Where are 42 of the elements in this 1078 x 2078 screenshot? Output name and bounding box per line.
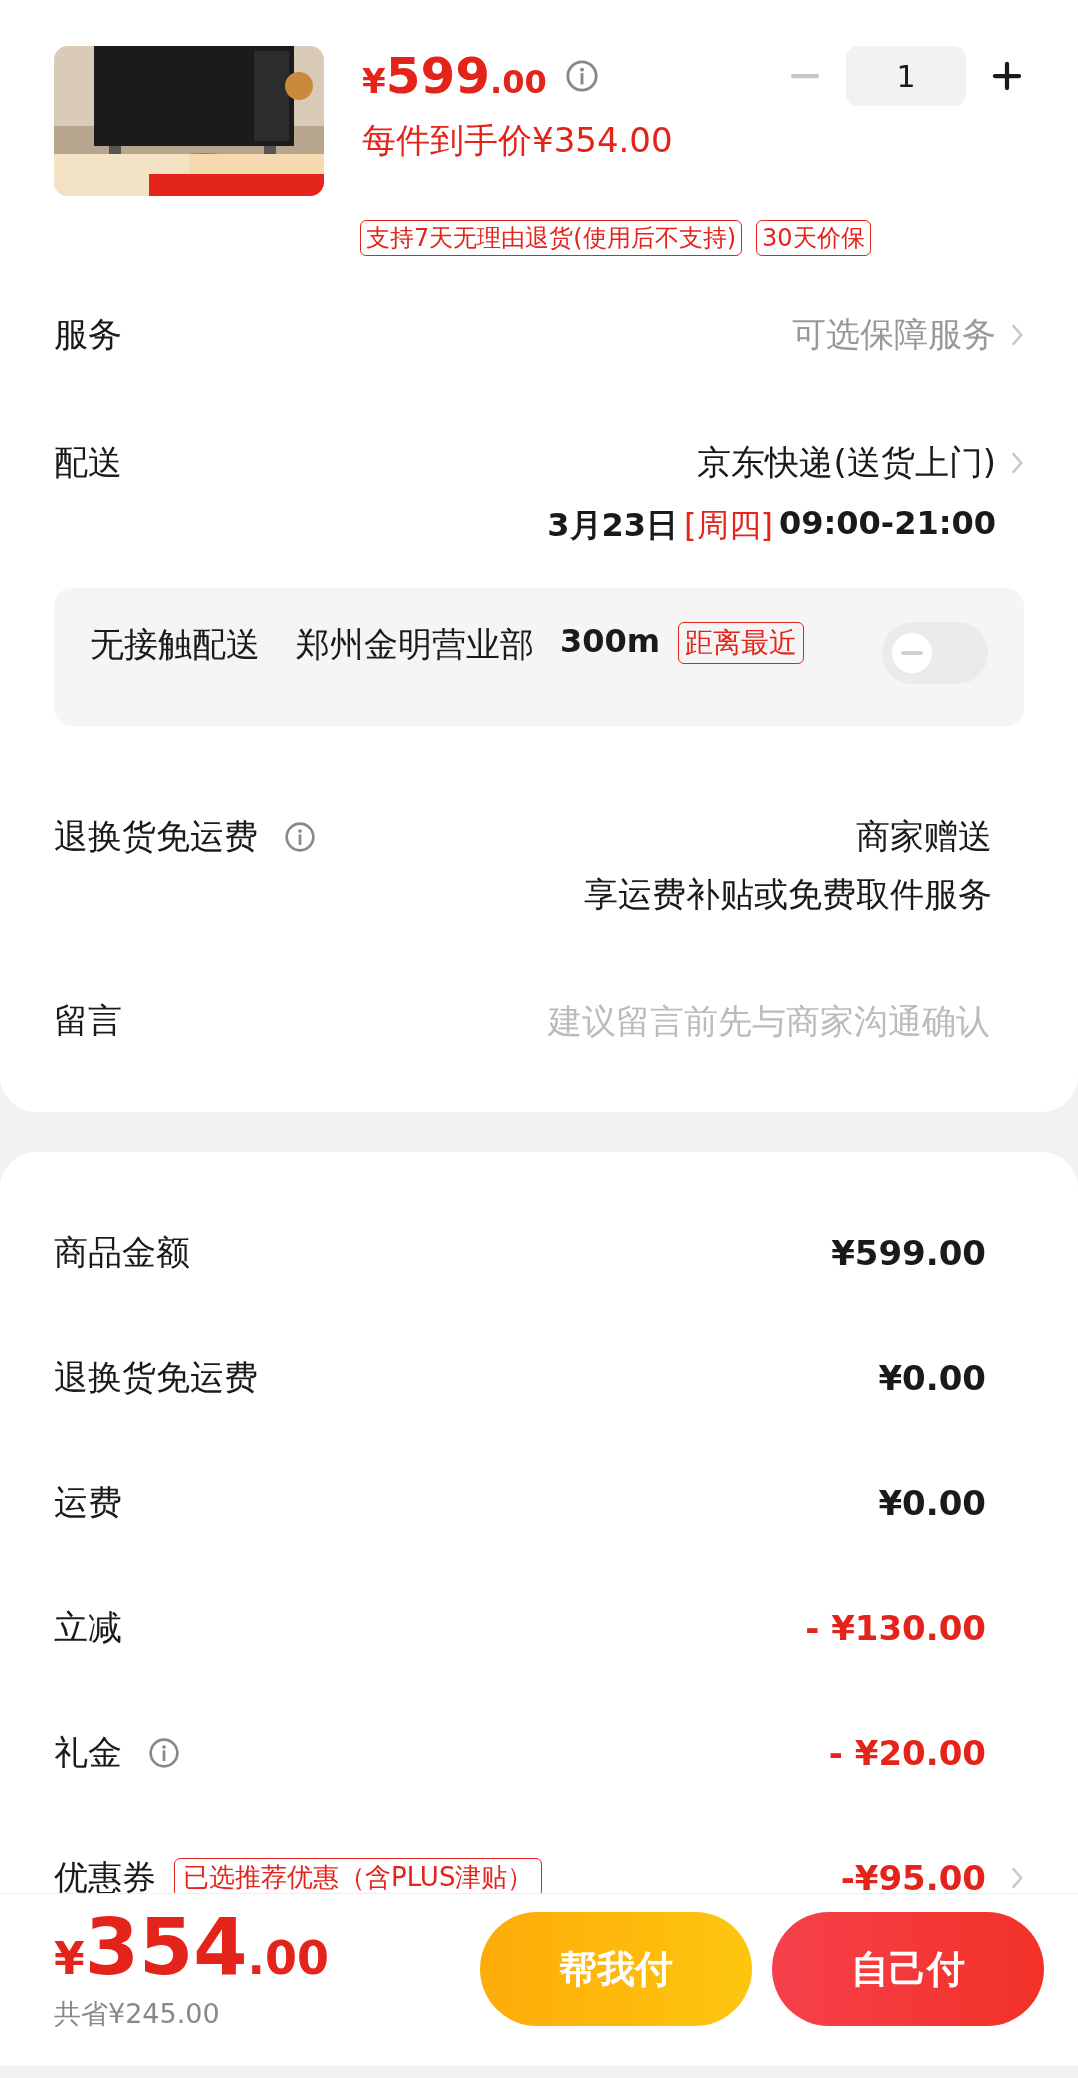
return-value: 商家赠送 [856,815,992,858]
row-label: 运费 [54,1480,122,1524]
message-field[interactable]: 建议留言前先与商家沟通确认 [428,1000,992,1042]
saved-amount: 共省¥245.00 [54,1997,221,2031]
service-tag: 30天价保 [756,220,871,256]
info-icon[interactable] [148,1736,180,1769]
info-icon[interactable] [564,59,599,93]
unit-price: 每件到手价¥354.00 [362,119,674,162]
row-label: 优惠券 [54,1855,156,1893]
row-label: 退换货免运费 [54,815,258,858]
pay-button[interactable]: 自己付 [772,1912,1044,2026]
plus-button[interactable] [990,59,1024,93]
station-distance: 300m [560,622,661,660]
delivery-weekday: [周四] [684,505,773,546]
row-label: 退换货免运费 [54,1355,258,1399]
delivery-time: 09:00-21:00 [779,504,996,544]
quantity-field[interactable]: 1 [846,46,966,106]
amount: ¥0.00 [878,1357,986,1398]
return-note: 享运费补贴或免费取件服务 [584,873,992,916]
nearest-tag: 距离最近 [678,622,805,664]
row-label: 服务 [54,313,122,356]
chevron-icon [1010,450,1024,476]
delivery-date: 3月23日 [547,505,679,546]
amount: - ¥130.00 [805,1607,986,1648]
product-price: ¥599.00 [362,47,547,105]
total-price: ¥354.00 [54,1908,329,1986]
row-label: 配送 [54,441,122,484]
amount: - ¥20.00 [828,1732,986,1773]
service-tag: 支持7天无理由退货(使用后不支持) [360,220,742,256]
amount: ¥599.00 [831,1232,986,1273]
delivery-method[interactable]: 京东快递(送货上门) [697,440,996,486]
amount: -¥95.00 [840,1857,986,1893]
row-label: 商品金额 [54,1230,190,1274]
row-label: 礼金 [54,1730,122,1774]
row-label: 立减 [54,1605,122,1649]
row-label: 留言 [54,999,122,1042]
service-option[interactable]: 可选保障服务 [792,312,996,358]
contactless-label: 无接触配送 [90,623,260,666]
info-icon[interactable] [284,821,316,853]
amount: ¥0.00 [878,1482,986,1523]
chevron-icon [1010,322,1024,348]
station-name: 郑州金明营业部 [296,623,535,666]
